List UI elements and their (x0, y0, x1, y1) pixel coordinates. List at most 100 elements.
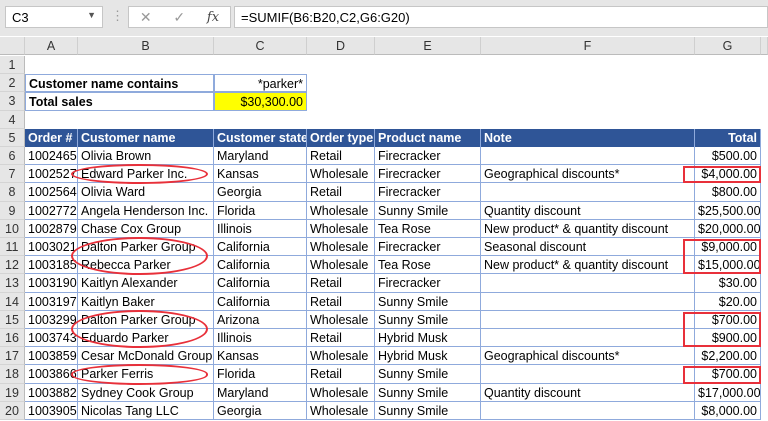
table-cell[interactable]: Maryland (214, 383, 307, 402)
criteria-label[interactable]: Customer name contains (25, 74, 214, 93)
column-header-b[interactable]: B (78, 37, 214, 56)
enter-icon[interactable]: ✓ (173, 9, 185, 26)
table-cell[interactable]: Kansas (214, 165, 307, 184)
table-cell[interactable]: Firecracker (375, 274, 481, 293)
table-cell[interactable] (481, 292, 695, 311)
table-cell[interactable]: Wholesale (307, 238, 375, 257)
table-cell[interactable]: Rebecca Parker (78, 256, 214, 275)
table-cell[interactable]: 1003185 (25, 256, 78, 275)
table-cell[interactable]: 1002564 (25, 183, 78, 202)
table-cell[interactable]: $700.00 (695, 365, 761, 384)
table-cell[interactable]: Seasonal discount (481, 238, 695, 257)
table-cell[interactable]: $25,500.00 (695, 201, 761, 220)
table-cell[interactable]: Sunny Smile (375, 401, 481, 420)
table-cell[interactable]: 1002527 (25, 165, 78, 184)
table-cell[interactable]: California (214, 274, 307, 293)
table-cell[interactable]: Retail (307, 329, 375, 348)
table-cell[interactable]: Firecracker (375, 183, 481, 202)
table-cell[interactable]: $15,000.00 (695, 256, 761, 275)
table-cell[interactable] (481, 183, 695, 202)
table-header-cell[interactable]: Total (695, 128, 761, 147)
table-header-cell[interactable]: Customer state (214, 128, 307, 147)
row-header-3[interactable]: 3 (0, 92, 25, 111)
table-cell[interactable]: Retail (307, 147, 375, 166)
row-header-8[interactable]: 8 (0, 183, 25, 202)
column-header-a[interactable]: A (25, 37, 78, 56)
table-cell[interactable]: Olivia Brown (78, 147, 214, 166)
table-cell[interactable]: Chase Cox Group (78, 219, 214, 238)
row-header-9[interactable]: 9 (0, 201, 25, 220)
table-cell[interactable]: 1003866 (25, 365, 78, 384)
table-cell[interactable]: Sunny Smile (375, 310, 481, 329)
column-header-g[interactable]: G (695, 37, 761, 56)
cancel-icon[interactable]: ✕ (140, 9, 152, 26)
table-cell[interactable]: Illinois (214, 329, 307, 348)
row-header-16[interactable]: 16 (0, 329, 25, 348)
table-cell[interactable]: 1003299 (25, 310, 78, 329)
table-cell[interactable]: California (214, 238, 307, 257)
table-cell[interactable]: Sunny Smile (375, 383, 481, 402)
table-cell[interactable]: Arizona (214, 310, 307, 329)
table-cell[interactable] (481, 310, 695, 329)
table-cell[interactable]: Eduardo Parker (78, 329, 214, 348)
table-cell[interactable]: Kansas (214, 347, 307, 366)
table-cell[interactable]: Illinois (214, 219, 307, 238)
table-cell[interactable]: Wholesale (307, 201, 375, 220)
insert-function-icon[interactable]: fx (207, 10, 219, 25)
table-cell[interactable]: 1002465 (25, 147, 78, 166)
table-header-cell[interactable]: Product name (375, 128, 481, 147)
table-cell[interactable]: New product* & quantity discount (481, 256, 695, 275)
row-header-14[interactable]: 14 (0, 292, 25, 311)
row-header-10[interactable]: 10 (0, 219, 25, 238)
column-header-d[interactable]: D (307, 37, 375, 56)
row-header-1[interactable]: 1 (0, 56, 25, 75)
table-cell[interactable]: Firecracker (375, 165, 481, 184)
table-cell[interactable]: $20,000.00 (695, 219, 761, 238)
total-sales-label[interactable]: Total sales (25, 92, 214, 111)
table-cell[interactable]: Dalton Parker Group (78, 238, 214, 257)
table-cell[interactable]: 1003021 (25, 238, 78, 257)
table-header-cell[interactable]: Customer name (78, 128, 214, 147)
chevron-down-icon[interactable]: ▼ (87, 10, 96, 20)
table-cell[interactable]: Nicolas Tang LLC (78, 401, 214, 420)
table-header-cell[interactable]: Note (481, 128, 695, 147)
formula-input[interactable]: =SUMIF(B6:B20,C2,G6:G20) (234, 6, 768, 28)
table-cell[interactable]: Geographical discounts* (481, 347, 695, 366)
table-cell[interactable]: Wholesale (307, 310, 375, 329)
name-box[interactable]: C3 ▼ (5, 6, 103, 28)
table-cell[interactable]: Wholesale (307, 401, 375, 420)
table-cell[interactable]: Tea Rose (375, 219, 481, 238)
row-header-18[interactable]: 18 (0, 365, 25, 384)
table-cell[interactable]: Retail (307, 365, 375, 384)
table-cell[interactable]: 1003859 (25, 347, 78, 366)
table-cell[interactable]: Firecracker (375, 147, 481, 166)
table-cell[interactable]: 1003190 (25, 274, 78, 293)
table-cell[interactable]: Edward Parker Inc. (78, 165, 214, 184)
table-cell[interactable]: Dalton Parker Group (78, 310, 214, 329)
row-header-15[interactable]: 15 (0, 310, 25, 329)
table-cell[interactable]: Sydney Cook Group (78, 383, 214, 402)
table-cell[interactable]: Retail (307, 292, 375, 311)
table-cell[interactable]: Wholesale (307, 347, 375, 366)
row-header-2[interactable]: 2 (0, 74, 25, 93)
table-cell[interactable] (481, 147, 695, 166)
table-header-cell[interactable]: Order type (307, 128, 375, 147)
drag-handle-icon[interactable]: ⋮ (111, 8, 124, 24)
table-cell[interactable]: Parker Ferris (78, 365, 214, 384)
table-cell[interactable]: Wholesale (307, 256, 375, 275)
row-header-20[interactable]: 20 (0, 401, 25, 420)
row-header-6[interactable]: 6 (0, 147, 25, 166)
table-cell[interactable]: Firecracker (375, 238, 481, 257)
row-header-19[interactable]: 19 (0, 383, 25, 402)
table-cell[interactable]: $800.00 (695, 183, 761, 202)
table-cell[interactable]: Retail (307, 183, 375, 202)
table-cell[interactable]: $8,000.00 (695, 401, 761, 420)
row-header-12[interactable]: 12 (0, 256, 25, 275)
select-all-button[interactable] (0, 37, 25, 56)
table-cell[interactable]: $4,000.00 (695, 165, 761, 184)
table-cell[interactable]: Quantity discount (481, 383, 695, 402)
row-header-17[interactable]: 17 (0, 347, 25, 366)
table-cell[interactable]: Retail (307, 274, 375, 293)
criteria-value-cell[interactable]: *parker* (214, 74, 307, 93)
table-cell[interactable]: Angela Henderson Inc. (78, 201, 214, 220)
